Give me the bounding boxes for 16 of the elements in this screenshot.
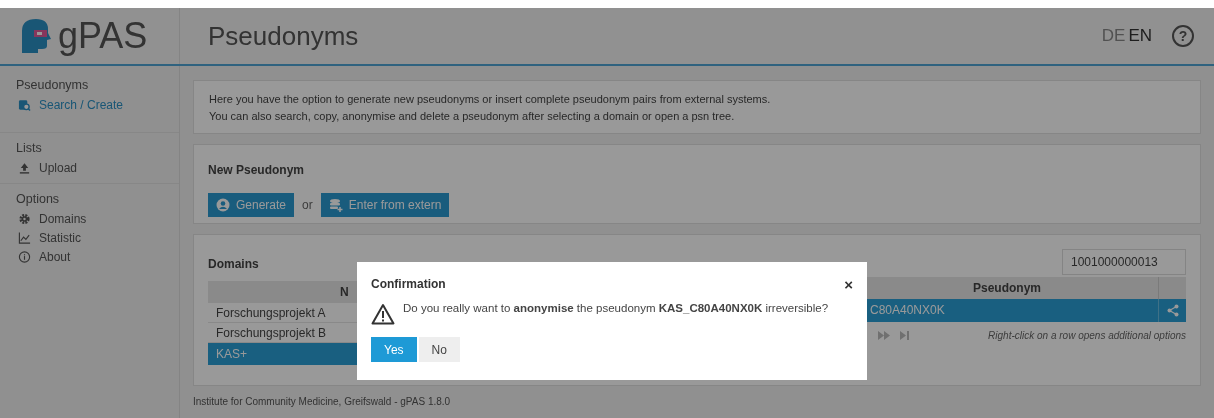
sidebar-section-title: Options bbox=[16, 191, 61, 208]
column-header: Pseudonym bbox=[972, 280, 1042, 297]
dialog-message: Do you really want to anonymise the pseudonym KAS_C80A40NX0K irreversible? bbox=[403, 301, 829, 316]
footer-text: Institute for Community Medicine, Greifswald - gPAS 1.8.0 bbox=[193, 395, 452, 409]
dialog-title: Confirmation bbox=[371, 276, 447, 293]
separator-text: or bbox=[302, 197, 313, 214]
sidebar-section-title: Lists bbox=[16, 140, 43, 157]
page-title: Pseudonyms bbox=[208, 19, 360, 53]
info-text: Here you have the option to generate new pseudonyms or insert complete pseudonym pairs from external systems. bbox=[209, 92, 772, 107]
logo-text: gPAS bbox=[58, 18, 148, 54]
sidebar-section-title: Pseudonyms bbox=[16, 77, 90, 94]
hint-text: Right-click on a row opens additional options bbox=[988, 328, 1186, 343]
section-title: New Pseudonym bbox=[208, 162, 306, 179]
column-header: N bbox=[340, 284, 349, 301]
section-title: Domains bbox=[208, 256, 260, 273]
info-text: You can also search, copy, anonymise and delete a pseudonym after selecting a domain or open a psn tree. bbox=[209, 109, 736, 124]
